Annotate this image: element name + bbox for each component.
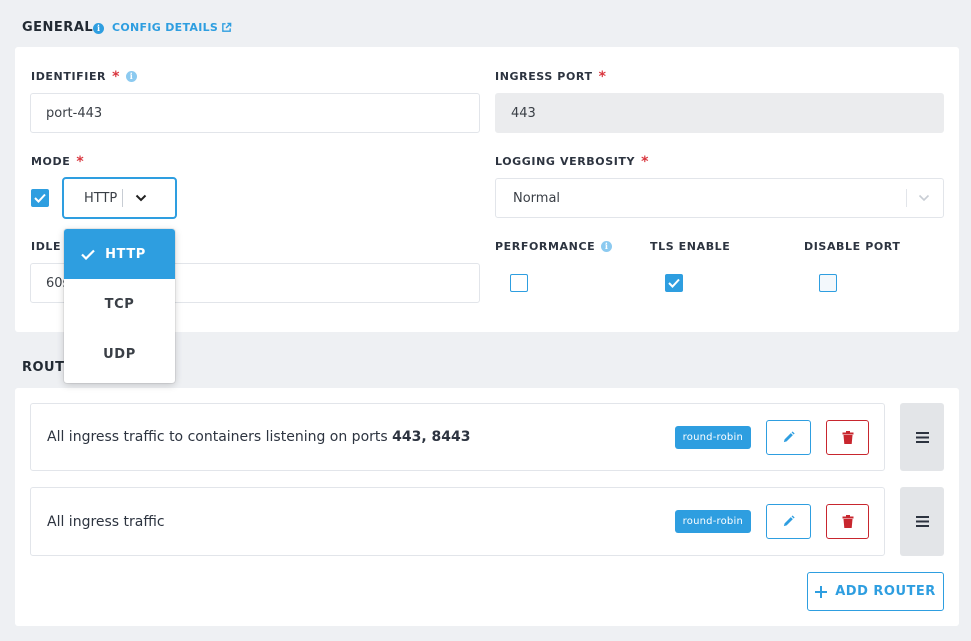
identifier-label: IDENTIFIER * i — [31, 68, 138, 85]
chevron-down-icon[interactable] — [918, 194, 930, 202]
select-separator — [122, 189, 123, 207]
check-icon — [34, 193, 46, 203]
external-link-icon — [222, 22, 232, 32]
router-text: All ingress traffic — [47, 513, 165, 530]
tls-enable-label-text: TLS ENABLE — [650, 240, 731, 253]
edit-router-button[interactable] — [766, 504, 811, 539]
info-icon[interactable]: i — [126, 71, 138, 82]
hamburger-icon — [915, 516, 929, 527]
info-icon[interactable]: i — [601, 241, 613, 252]
add-router-button[interactable]: ADD ROUTER — [807, 572, 944, 611]
drag-handle[interactable] — [900, 403, 944, 471]
mode-select-value: HTTP — [84, 190, 118, 206]
chevron-down-icon[interactable] — [135, 194, 147, 202]
required-mark: * — [76, 153, 85, 170]
disable-port-label-text: DISABLE PORT — [804, 240, 901, 253]
hamburger-icon — [915, 431, 929, 443]
ingress-port-value: 443 — [511, 105, 536, 121]
performance-checkbox[interactable] — [510, 274, 528, 292]
router-description: All ingress traffic — [47, 514, 675, 530]
mode-option-http[interactable]: HTTP — [64, 229, 175, 279]
check-icon — [668, 278, 680, 288]
info-icon[interactable]: i — [93, 23, 104, 34]
config-details-label: CONFIG DETAILS — [112, 21, 219, 34]
tls-enable-checkbox[interactable] — [665, 274, 683, 292]
trash-icon — [842, 515, 853, 528]
strategy-badge: round-robin — [674, 425, 751, 449]
identifier-input[interactable]: port-443 — [30, 93, 480, 133]
disable-port-label: DISABLE PORT — [804, 240, 901, 253]
mode-option-label: HTTP — [105, 246, 146, 262]
mode-label-text: MODE — [31, 155, 71, 168]
mode-select[interactable]: HTTP — [62, 177, 177, 219]
add-router-label: ADD ROUTER — [835, 584, 936, 599]
identifier-value: port-443 — [46, 105, 103, 121]
performance-label-text: PERFORMANCE — [495, 240, 596, 253]
general-section-title: GENERAL — [22, 20, 94, 35]
select-separator — [906, 189, 907, 207]
disable-port-checkbox[interactable] — [819, 274, 837, 292]
router-text: All ingress traffic to containers listen… — [47, 429, 393, 445]
router-ports: 443, 8443 — [392, 429, 471, 445]
check-icon — [81, 249, 95, 260]
logging-verbosity-label: LOGGING VERBOSITY * — [495, 153, 650, 170]
pencil-icon — [783, 430, 795, 442]
ingress-port-label-text: INGRESS PORT — [495, 70, 593, 83]
required-mark: * — [641, 153, 650, 170]
config-details-link[interactable]: CONFIG DETAILS — [112, 21, 232, 34]
drag-handle[interactable] — [900, 487, 944, 556]
delete-router-button[interactable] — [826, 419, 869, 455]
pencil-icon — [783, 515, 795, 527]
ingress-port-input: 443 — [495, 93, 944, 133]
edit-router-button[interactable] — [766, 419, 811, 455]
tls-enable-label: TLS ENABLE — [650, 240, 730, 253]
router-row[interactable]: All ingress traffic round-robin — [30, 487, 885, 556]
logging-verbosity-value: Normal — [513, 190, 561, 206]
plus-icon — [815, 585, 828, 598]
mode-option-tcp[interactable]: TCP — [64, 279, 175, 329]
strategy-badge: round-robin — [674, 510, 751, 533]
router-description: All ingress traffic to containers listen… — [47, 429, 675, 445]
required-mark: * — [112, 68, 121, 85]
router-row[interactable]: All ingress traffic to containers listen… — [30, 403, 885, 471]
mode-option-label: TCP — [104, 296, 135, 312]
ingress-port-label: INGRESS PORT * — [495, 68, 607, 85]
delete-router-button[interactable] — [826, 504, 869, 539]
required-mark: * — [598, 68, 607, 85]
mode-enabled-checkbox[interactable] — [31, 189, 49, 207]
identifier-label-text: IDENTIFIER — [31, 70, 107, 83]
mode-option-label: UDP — [103, 346, 136, 362]
mode-dropdown-menu: HTTP TCP UDP — [64, 229, 175, 383]
mode-label: MODE * — [31, 153, 85, 170]
logging-verbosity-select[interactable]: Normal — [495, 178, 944, 218]
performance-label: PERFORMANCE i — [495, 240, 613, 253]
routers-section-title: ROUT — [22, 360, 65, 375]
mode-option-udp[interactable]: UDP — [64, 329, 175, 379]
logging-verbosity-label-text: LOGGING VERBOSITY — [495, 155, 636, 168]
trash-icon — [842, 430, 853, 444]
